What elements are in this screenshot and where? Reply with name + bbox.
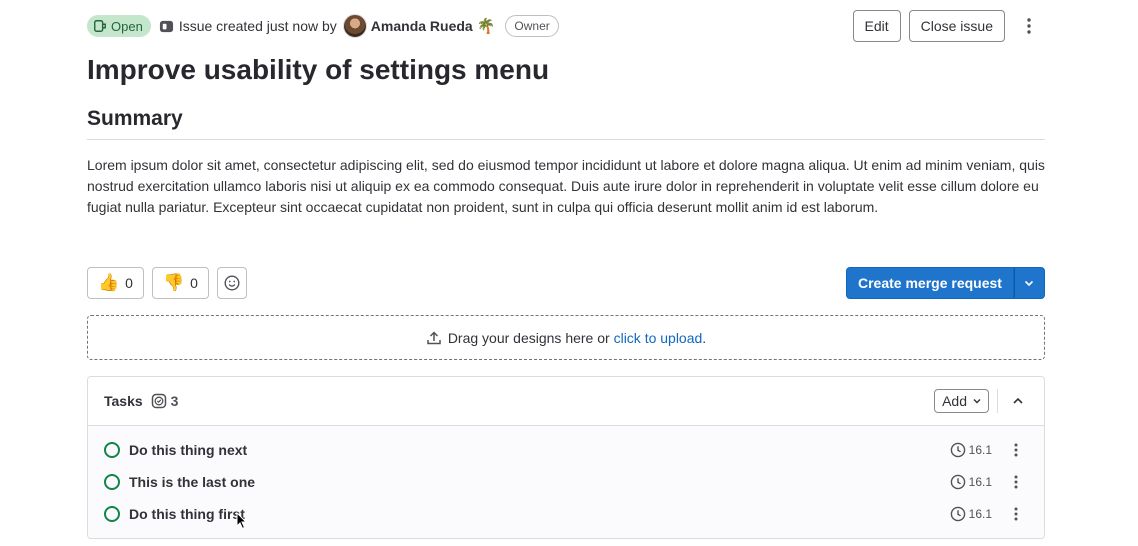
task-title[interactable]: Do this thing first bbox=[129, 506, 245, 522]
thumbs-down-award[interactable]: 👎 0 bbox=[151, 267, 209, 299]
status-badge: Open bbox=[87, 15, 151, 37]
issue-description: Lorem ipsum dolor sit amet, consectetur … bbox=[87, 157, 1045, 215]
task-milestone: 16.1 bbox=[950, 474, 992, 490]
milestone-label: 16.1 bbox=[968, 475, 992, 489]
task-done-icon bbox=[151, 393, 166, 409]
chevron-down-icon bbox=[973, 399, 981, 404]
create-merge-request-button[interactable]: Create merge request bbox=[846, 267, 1014, 299]
task-item[interactable]: Do this thing first 16.1 bbox=[88, 498, 1044, 530]
dropzone-text: Drag your designs here or click to uploa… bbox=[448, 330, 706, 346]
task-title[interactable]: This is the last one bbox=[129, 474, 255, 490]
tasks-widget: Tasks 3 Add Do this thing next 16.1 This… bbox=[87, 376, 1045, 539]
design-dropzone[interactable]: Drag your designs here or click to uploa… bbox=[87, 315, 1045, 360]
more-actions-icon[interactable] bbox=[1004, 470, 1028, 494]
issue-type-icon bbox=[159, 19, 174, 34]
task-title[interactable]: Do this thing next bbox=[129, 442, 247, 458]
avatar[interactable] bbox=[342, 14, 367, 38]
upload-icon bbox=[427, 330, 441, 344]
merge-request-dropdown-toggle[interactable] bbox=[1013, 267, 1045, 299]
header-actions: Edit Close issue bbox=[852, 10, 1046, 42]
role-badge: Owner bbox=[505, 15, 559, 37]
task-open-icon bbox=[104, 442, 120, 458]
tasks-list: Do this thing next 16.1 This is the last… bbox=[88, 426, 1044, 538]
more-actions-icon[interactable] bbox=[1013, 10, 1045, 42]
collapse-tasks-button[interactable] bbox=[1008, 391, 1028, 411]
clock-icon bbox=[950, 474, 965, 490]
thumbs-down-icon: 👎 bbox=[162, 273, 185, 292]
task-open-icon bbox=[104, 474, 120, 490]
issue-title: Improve usability of settings menu bbox=[87, 54, 550, 85]
mouse-cursor-icon bbox=[236, 512, 248, 530]
clock-icon bbox=[950, 442, 965, 458]
author-status-emoji: 🌴 bbox=[476, 18, 496, 35]
thumbs-up-count: 0 bbox=[125, 275, 133, 291]
more-actions-icon[interactable] bbox=[1004, 438, 1028, 462]
status-label: Open bbox=[111, 18, 143, 34]
award-emoji-bar: 👍 0 👎 0 bbox=[87, 267, 247, 299]
add-task-label: Add bbox=[942, 393, 967, 409]
issue-meta: Issue created just now by Amanda Rueda 🌴… bbox=[159, 14, 559, 38]
task-item[interactable]: Do this thing next 16.1 bbox=[88, 434, 1044, 466]
dropzone-suffix: . bbox=[702, 329, 707, 346]
add-reaction-button[interactable] bbox=[216, 267, 247, 299]
more-actions-icon[interactable] bbox=[1004, 502, 1028, 526]
edit-button[interactable]: Edit bbox=[852, 10, 901, 42]
task-milestone: 16.1 bbox=[950, 506, 992, 522]
thumbs-up-award[interactable]: 👍 0 bbox=[87, 267, 144, 299]
divider bbox=[997, 389, 998, 413]
tasks-count: 3 bbox=[151, 393, 179, 409]
task-milestone: 16.1 bbox=[950, 442, 992, 458]
tasks-header: Tasks 3 Add bbox=[88, 377, 1044, 426]
milestone-label: 16.1 bbox=[968, 507, 992, 521]
create-merge-request-group: Create merge request bbox=[846, 267, 1045, 299]
add-task-button[interactable]: Add bbox=[934, 389, 989, 413]
tasks-count-value: 3 bbox=[170, 393, 179, 409]
task-open-icon bbox=[104, 506, 120, 522]
clock-icon bbox=[950, 506, 965, 522]
tasks-actions: Add bbox=[934, 389, 1028, 413]
milestone-label: 16.1 bbox=[968, 443, 992, 457]
smiley-icon bbox=[224, 275, 240, 291]
thumbs-up-icon: 👍 bbox=[98, 273, 120, 292]
issue-open-icon bbox=[94, 20, 106, 32]
issue-header: Open Issue created just now by Amanda Ru… bbox=[87, 10, 1045, 42]
task-item[interactable]: This is the last one 16.1 bbox=[88, 466, 1044, 498]
thumbs-down-count: 0 bbox=[190, 275, 198, 291]
created-text: Issue created just now by bbox=[178, 18, 337, 34]
summary-heading: Summary bbox=[87, 107, 1045, 140]
chevron-up-icon bbox=[1013, 397, 1023, 404]
close-issue-button[interactable]: Close issue bbox=[908, 10, 1005, 42]
upload-link[interactable]: click to upload bbox=[614, 330, 703, 346]
chevron-down-icon bbox=[1025, 280, 1034, 287]
dropzone-label: Drag your designs here or bbox=[447, 329, 610, 346]
author-link[interactable]: Amanda Rueda bbox=[371, 18, 473, 34]
tasks-title: Tasks bbox=[104, 393, 143, 409]
